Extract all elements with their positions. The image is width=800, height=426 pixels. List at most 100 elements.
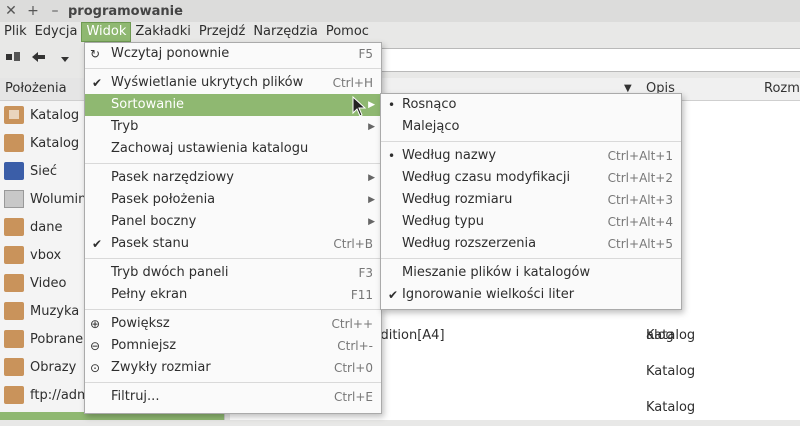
sidebar-item-label: Obrazy: [30, 359, 77, 375]
zoom-out-icon: ⊖: [90, 339, 101, 353]
menu-item-by-size[interactable]: Według rozmiaru Ctrl+Alt+3: [381, 189, 681, 211]
menu-separator: [85, 163, 381, 164]
menu-item-filter[interactable]: Filtruj... Ctrl+E: [85, 386, 381, 408]
submenu-arrow-icon: ▶: [368, 195, 375, 205]
zoom-in-icon: ⊕: [90, 317, 101, 331]
dropdown-arrow-icon[interactable]: [52, 52, 78, 67]
drive-icon: [4, 190, 24, 208]
menu-item-label: Powiększ: [111, 316, 170, 331]
menu-item-shortcut: F11: [350, 288, 373, 302]
menu-item-label: Malejąco: [402, 119, 460, 134]
menu-separator: [85, 382, 381, 383]
new-tab-icon[interactable]: +: [22, 3, 44, 19]
folder-icon: [4, 274, 24, 292]
menu-item-label: Rosnąco: [402, 97, 457, 112]
menu-item-by-mtime[interactable]: Według czasu modyfikacji Ctrl+Alt+2: [381, 167, 681, 189]
network-icon[interactable]: [0, 51, 26, 67]
menu-item-mode[interactable]: Tryb ▶: [85, 116, 381, 138]
window-title: programowanie: [68, 3, 183, 19]
menu-item-shortcut: Ctrl+-: [337, 339, 373, 353]
menu-item-shortcut: Ctrl+Alt+4: [607, 215, 673, 229]
menu-widok[interactable]: Widok: [81, 22, 132, 42]
folder-icon: [4, 358, 24, 376]
menu-item-zoom-out[interactable]: ⊖ Pomniejsz Ctrl+-: [85, 335, 381, 357]
sidebar-item-label: Pobrane: [30, 331, 84, 347]
menu-plik[interactable]: Plik: [0, 22, 31, 42]
menu-separator: [85, 258, 381, 259]
menu-item-location-bar[interactable]: Pasek położenia ▶: [85, 189, 381, 211]
menu-item-by-name[interactable]: • Według nazwy Ctrl+Alt+1: [381, 145, 681, 167]
back-arrow-icon[interactable]: [26, 51, 52, 67]
menu-zakladki[interactable]: Zakładki: [131, 22, 194, 42]
menu-item-shortcut: Ctrl+E: [334, 390, 373, 404]
menu-item-descending[interactable]: Malejąco: [381, 116, 681, 138]
menu-item-shortcut: F5: [358, 47, 373, 61]
menu-item-reload[interactable]: ↻ Wczytaj ponownie F5: [85, 43, 381, 65]
menu-item-label: Wczytaj ponownie: [111, 46, 230, 61]
menu-item-sorting[interactable]: Sortowanie ▶: [85, 94, 381, 116]
menu-item-shortcut: Ctrl++: [331, 317, 373, 331]
menu-item-label: Ignorowanie wielkości liter: [402, 287, 575, 302]
minimize-icon[interactable]: –: [44, 3, 66, 19]
bullet-icon: •: [388, 149, 396, 163]
menu-item-label: Wyświetlanie ukrytych plików: [111, 75, 304, 90]
menu-item-shortcut: Ctrl+B: [333, 237, 373, 251]
menu-item-label: Mieszanie plików i katalogów: [402, 265, 591, 280]
file-type: Katalog: [646, 400, 696, 415]
folder-icon: [4, 134, 24, 152]
menu-edycja[interactable]: Edycja: [31, 22, 82, 42]
folder-icon: [4, 386, 24, 404]
submenu-arrow-icon: ▶: [368, 173, 375, 183]
menu-item-label: Zwykły rozmiar: [111, 360, 211, 375]
network-icon: [4, 162, 24, 180]
home-folder-icon: [4, 106, 24, 124]
zoom-reset-icon: ⊙: [90, 361, 101, 375]
menu-item-label: Według nazwy: [402, 148, 497, 163]
sidebar-item-label: Muzyka: [30, 303, 80, 319]
menu-item-save-settings[interactable]: Zachowaj ustawienia katalogu: [85, 138, 381, 160]
menu-przejdz[interactable]: Przejdź: [195, 22, 249, 42]
sidebar-item-label: vbox: [30, 247, 62, 263]
menu-item-label: Według typu: [402, 214, 484, 229]
menu-item-label: Zachowaj ustawienia katalogu: [111, 141, 309, 156]
menu-item-fullscreen[interactable]: Pełny ekran F11: [85, 284, 381, 306]
widok-menu: ↻ Wczytaj ponownie F5 ✔ Wyświetlanie ukryty…: [84, 42, 382, 414]
check-icon: ✔: [388, 288, 399, 302]
download-folder-icon: [4, 330, 24, 348]
menu-item-side-panel[interactable]: Panel boczny ▶: [85, 211, 381, 233]
menu-separator: [381, 141, 681, 142]
menu-item-by-extension[interactable]: Według rozszerzenia Ctrl+Alt+5: [381, 233, 681, 255]
location-bar[interactable]: [380, 48, 800, 72]
menu-item-label: Według czasu modyfikacji: [402, 170, 571, 185]
menu-item-label: Tryb dwóch paneli: [111, 265, 229, 280]
submenu-arrow-icon: ▶: [368, 122, 375, 132]
menu-item-shortcut: F3: [358, 266, 373, 280]
menu-item-shortcut: Ctrl+Alt+1: [607, 149, 673, 163]
menu-item-by-type[interactable]: Według typu Ctrl+Alt+4: [381, 211, 681, 233]
sidebar-item-label: Katalog d: [30, 107, 92, 123]
title-bar: ✕ + – programowanie: [0, 0, 800, 22]
menu-item-label: Filtruj...: [111, 389, 160, 404]
menu-narzedzia[interactable]: Narzędzia: [249, 22, 322, 42]
menu-item-label: Sortowanie: [111, 97, 185, 112]
menu-separator: [85, 309, 381, 310]
menu-item-zoom-in[interactable]: ⊕ Powiększ Ctrl++: [85, 313, 381, 335]
folder-icon: [4, 218, 24, 236]
menu-item-ignore-case[interactable]: ✔ Ignorowanie wielkości liter: [381, 284, 681, 306]
menu-separator: [381, 258, 681, 259]
menu-item-toolbar[interactable]: Pasek narzędziowy ▶: [85, 167, 381, 189]
menu-item-shortcut: Ctrl+Alt+3: [607, 193, 673, 207]
column-header-rozmiar[interactable]: Rozmi: [764, 78, 800, 100]
menu-item-shortcut: Ctrl+Alt+2: [607, 171, 673, 185]
menu-item-dual-pane[interactable]: Tryb dwóch paneli F3: [85, 262, 381, 284]
folder-icon: [4, 302, 24, 320]
menu-item-show-hidden[interactable]: ✔ Wyświetlanie ukrytych plików Ctrl+H: [85, 72, 381, 94]
menu-pomoc[interactable]: Pomoc: [322, 22, 373, 42]
menu-item-ascending[interactable]: • Rosnąco: [381, 94, 681, 116]
menu-separator: [85, 68, 381, 69]
menu-item-zoom-reset[interactable]: ⊙ Zwykły rozmiar Ctrl+0: [85, 357, 381, 379]
menu-item-mix-files[interactable]: Mieszanie plików i katalogów: [381, 262, 681, 284]
menu-item-status-bar[interactable]: ✔ Pasek stanu Ctrl+B: [85, 233, 381, 255]
close-icon[interactable]: ✕: [0, 3, 22, 19]
submenu-arrow-icon: ▶: [368, 100, 375, 110]
